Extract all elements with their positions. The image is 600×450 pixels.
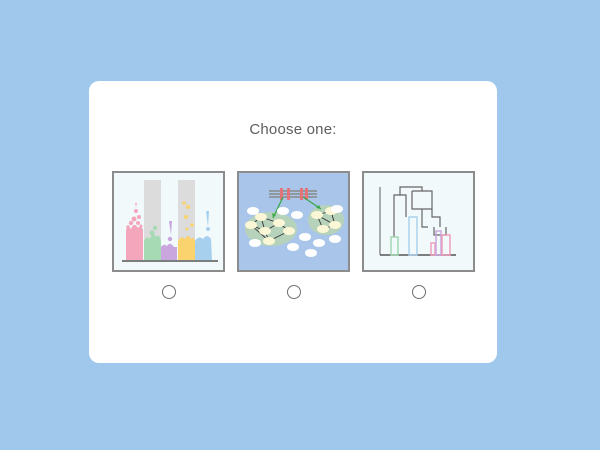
choice-dialog: Choose one: (89, 81, 497, 363)
prompt-text: Choose one: (249, 121, 337, 138)
option-3-image[interactable] (362, 171, 475, 272)
option-2-image[interactable] (237, 171, 350, 272)
option-3-radio[interactable] (412, 285, 426, 299)
network-diagram-illustration-icon (239, 173, 348, 270)
option-1-image[interactable] (112, 171, 225, 272)
dendrogram-illustration-icon (364, 173, 473, 270)
option-2-radio[interactable] (287, 285, 301, 299)
bar-chart-illustration-icon (114, 173, 223, 270)
option-1-radio[interactable] (162, 285, 176, 299)
